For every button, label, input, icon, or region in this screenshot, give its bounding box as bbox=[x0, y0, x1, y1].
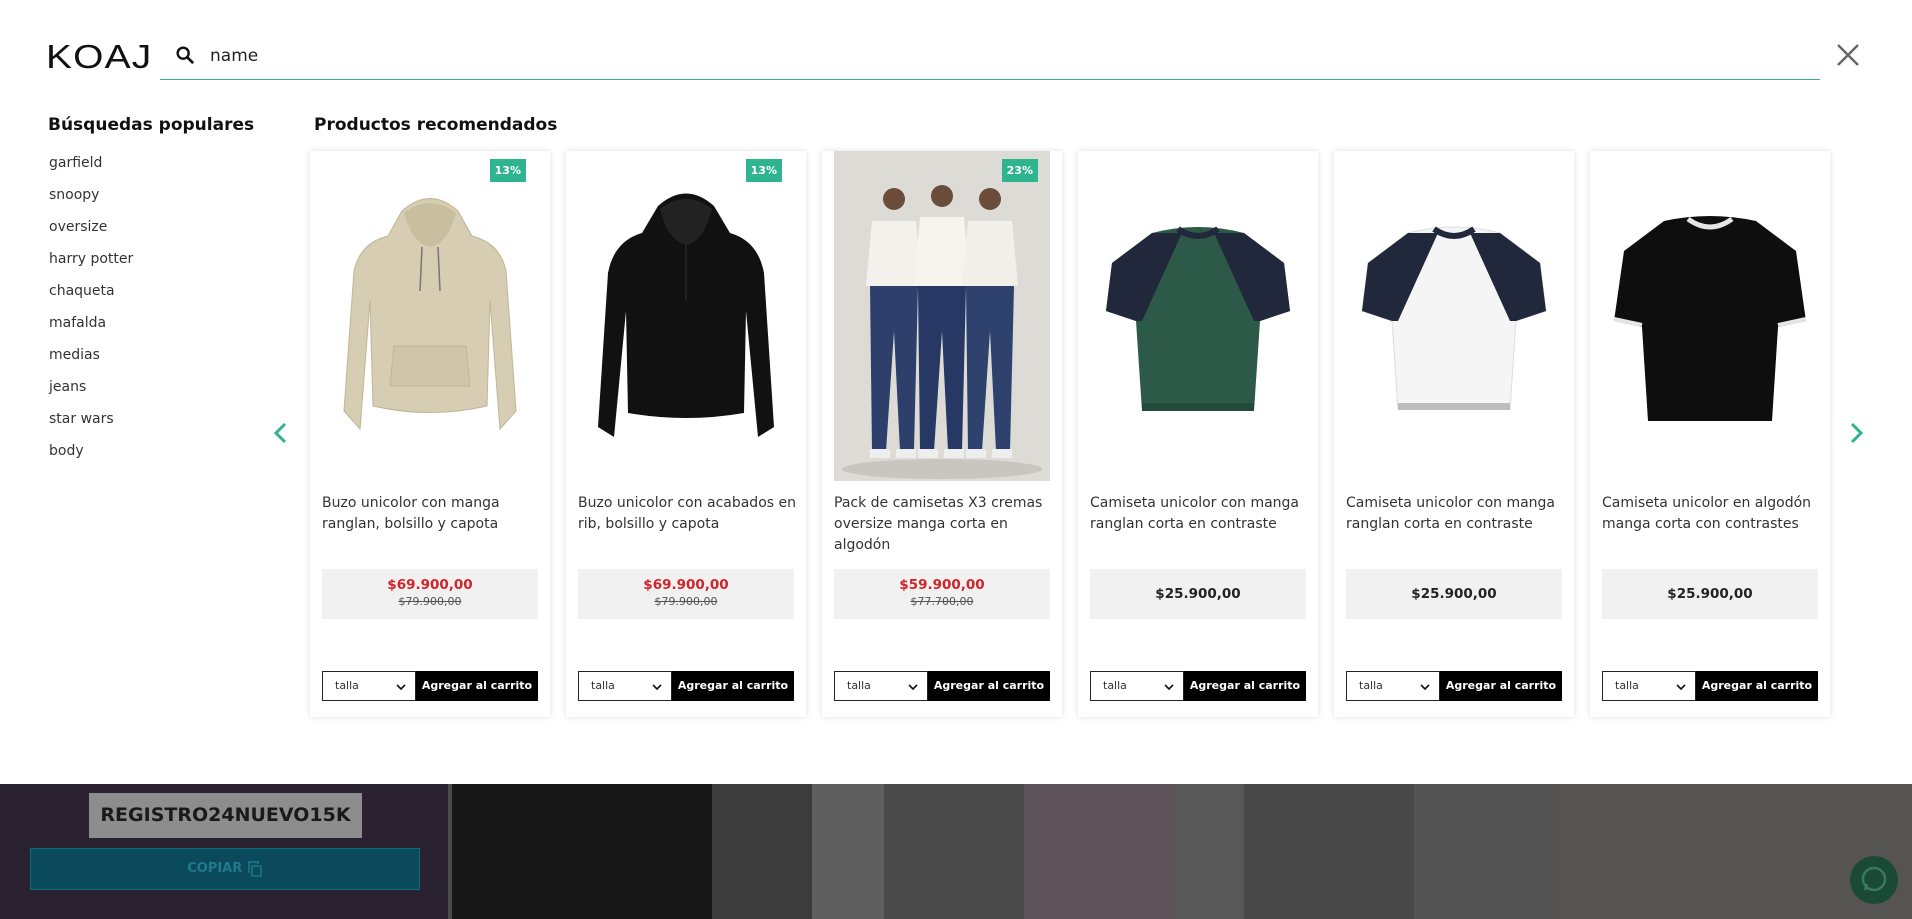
price-box: $25.900,00 bbox=[1090, 569, 1306, 619]
size-select-label: talla bbox=[335, 679, 359, 692]
search-bar bbox=[160, 32, 1820, 80]
sale-price: $59.900,00 bbox=[899, 577, 985, 593]
size-select[interactable]: talla bbox=[578, 671, 672, 701]
add-to-cart-button[interactable]: Agregar al carrito bbox=[416, 671, 538, 701]
size-select-label: talla bbox=[1103, 679, 1127, 692]
recommended-products-title: Productos recomendados bbox=[314, 115, 558, 135]
size-select-label: talla bbox=[1615, 679, 1639, 692]
copy-icon bbox=[248, 860, 262, 877]
size-select[interactable]: talla bbox=[1090, 671, 1184, 701]
price: $25.900,00 bbox=[1155, 586, 1241, 602]
price-box: $69.900,00 $79.900,00 bbox=[322, 569, 538, 619]
popular-searches-list: garfield snoopy oversize harry potter ch… bbox=[49, 153, 133, 473]
price: $25.900,00 bbox=[1411, 586, 1497, 602]
product-name[interactable]: Camiseta unicolor en algodón manga corta… bbox=[1602, 493, 1824, 535]
popular-search-item[interactable]: oversize bbox=[49, 217, 133, 249]
product-name[interactable]: Buzo unicolor con manga ranglan, bolsill… bbox=[322, 493, 544, 535]
brand-logo[interactable]: KOAJ bbox=[46, 38, 152, 76]
popular-search-item[interactable]: harry potter bbox=[49, 249, 133, 281]
banner-image bbox=[1414, 784, 1554, 919]
whatsapp-icon bbox=[1861, 866, 1887, 892]
size-select-label: talla bbox=[1359, 679, 1383, 692]
original-price: $79.900,00 bbox=[398, 595, 462, 608]
banner-image bbox=[452, 784, 712, 919]
sale-price: $69.900,00 bbox=[643, 577, 729, 593]
popular-search-item[interactable]: star wars bbox=[49, 409, 133, 441]
banner-image bbox=[1024, 784, 1174, 919]
popular-searches-title: Búsquedas populares bbox=[48, 115, 255, 135]
promo-panel: REGISTRO24NUEVO15K COPIAR bbox=[0, 784, 448, 919]
product-name[interactable]: Camiseta unicolor con manga ranglan cort… bbox=[1090, 493, 1312, 535]
chevron-down-icon bbox=[1420, 684, 1430, 691]
product-card[interactable]: Camiseta unicolor con manga ranglan cort… bbox=[1334, 151, 1574, 717]
price-box: $25.900,00 bbox=[1602, 569, 1818, 619]
carousel-next-arrow-icon[interactable] bbox=[1843, 420, 1869, 446]
popular-search-item[interactable]: chaqueta bbox=[49, 281, 133, 313]
promo-code: REGISTRO24NUEVO15K bbox=[89, 793, 362, 838]
add-to-cart-button[interactable]: Agregar al carrito bbox=[672, 671, 794, 701]
product-image[interactable]: 13% bbox=[578, 151, 794, 481]
search-icon[interactable] bbox=[174, 44, 196, 66]
product-card[interactable]: 13% Buzo unicolor con manga ranglan, bol… bbox=[310, 151, 550, 717]
add-to-cart-button[interactable]: Agregar al carrito bbox=[1184, 671, 1306, 701]
chevron-down-icon bbox=[908, 684, 918, 691]
size-select[interactable]: talla bbox=[1602, 671, 1696, 701]
add-to-cart-button[interactable]: Agregar al carrito bbox=[928, 671, 1050, 701]
price-box: $69.900,00 $79.900,00 bbox=[578, 569, 794, 619]
size-select[interactable]: talla bbox=[1346, 671, 1440, 701]
original-price: $79.900,00 bbox=[654, 595, 718, 608]
discount-badge: 13% bbox=[745, 159, 782, 182]
banner-image bbox=[1244, 784, 1414, 919]
popular-search-item[interactable]: garfield bbox=[49, 153, 133, 185]
product-card[interactable]: Camiseta unicolor en algodón manga corta… bbox=[1590, 151, 1830, 717]
product-image[interactable] bbox=[1090, 151, 1306, 481]
product-name[interactable]: Buzo unicolor con acabados en rib, bolsi… bbox=[578, 493, 800, 535]
popular-search-item[interactable]: body bbox=[49, 441, 133, 473]
product-name[interactable]: Camiseta unicolor con manga ranglan cort… bbox=[1346, 493, 1568, 535]
product-image[interactable]: 23% bbox=[834, 151, 1050, 481]
page-backdrop: REGISTRO24NUEVO15K COPIAR bbox=[0, 784, 1912, 919]
product-image[interactable]: 13% bbox=[322, 151, 538, 481]
size-select-label: talla bbox=[591, 679, 615, 692]
original-price: $77.700,00 bbox=[910, 595, 974, 608]
banner-image bbox=[1174, 784, 1244, 919]
carousel-prev-arrow-icon[interactable] bbox=[268, 420, 294, 446]
chevron-down-icon bbox=[1164, 684, 1174, 691]
banner-image bbox=[712, 784, 812, 919]
banner-image bbox=[812, 784, 884, 919]
search-overlay: KOAJ Búsquedas populares garfield snoopy… bbox=[0, 0, 1912, 784]
popular-search-item[interactable]: mafalda bbox=[49, 313, 133, 345]
product-image[interactable] bbox=[1346, 151, 1562, 481]
chevron-down-icon bbox=[652, 684, 662, 691]
size-select-label: talla bbox=[847, 679, 871, 692]
product-card[interactable]: 23% Pack de camisetas X3 cremas oversize… bbox=[822, 151, 1062, 717]
sale-price: $69.900,00 bbox=[387, 577, 473, 593]
popular-search-item[interactable]: snoopy bbox=[49, 185, 133, 217]
popular-search-item[interactable]: jeans bbox=[49, 377, 133, 409]
product-name[interactable]: Pack de camisetas X3 cremas oversize man… bbox=[834, 493, 1056, 556]
price-box: $25.900,00 bbox=[1346, 569, 1562, 619]
add-to-cart-button[interactable]: Agregar al carrito bbox=[1696, 671, 1818, 701]
product-card[interactable]: 13% Buzo unicolor con acabados en rib, b… bbox=[566, 151, 806, 717]
banner-image bbox=[884, 784, 1024, 919]
size-select[interactable]: talla bbox=[322, 671, 416, 701]
discount-badge: 13% bbox=[489, 159, 526, 182]
search-input[interactable] bbox=[210, 40, 1710, 72]
product-card[interactable]: Camiseta unicolor con manga ranglan cort… bbox=[1078, 151, 1318, 717]
chevron-down-icon bbox=[1676, 684, 1686, 691]
close-icon[interactable] bbox=[1835, 42, 1861, 68]
discount-badge: 23% bbox=[1001, 159, 1038, 182]
whatsapp-button[interactable] bbox=[1850, 856, 1898, 904]
product-image[interactable] bbox=[1602, 151, 1818, 481]
price-box: $59.900,00 $77.700,00 bbox=[834, 569, 1050, 619]
popular-search-item[interactable]: medias bbox=[49, 345, 133, 377]
copy-code-button[interactable]: COPIAR bbox=[30, 848, 420, 890]
copy-label: COPIAR bbox=[187, 861, 243, 876]
add-to-cart-button[interactable]: Agregar al carrito bbox=[1440, 671, 1562, 701]
size-select[interactable]: talla bbox=[834, 671, 928, 701]
chevron-down-icon bbox=[396, 684, 406, 691]
price: $25.900,00 bbox=[1667, 586, 1753, 602]
